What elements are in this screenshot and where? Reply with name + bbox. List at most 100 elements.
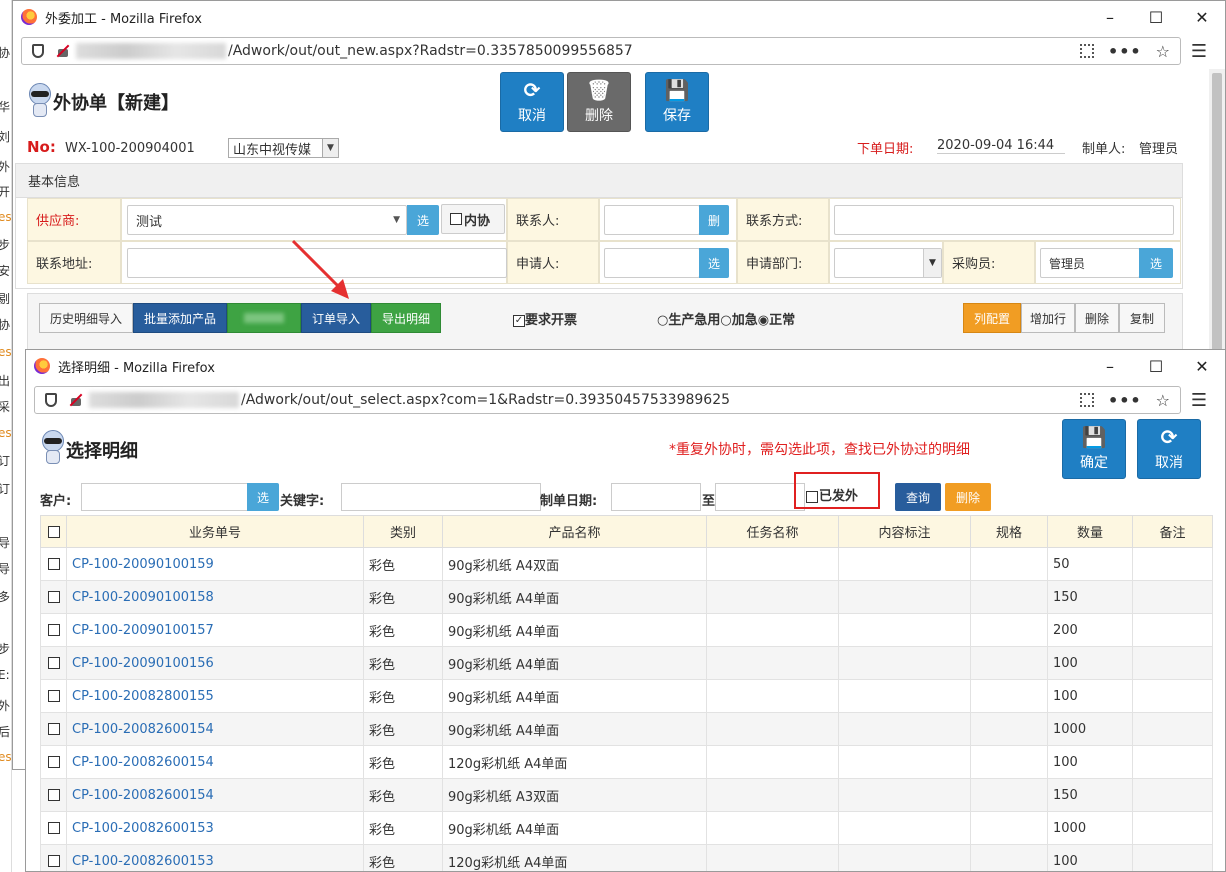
insecure-lock-icon[interactable] [56,44,70,58]
radio-normal[interactable]: 正常 [769,313,795,328]
keyword-input[interactable] [341,483,541,511]
row-checkbox[interactable] [40,778,67,812]
history-import-button[interactable]: 历史明细导入 [39,303,133,333]
table-row[interactable]: CP-100-20082600154 彩色 90g彩机纸 A3双面 150 [40,778,1213,812]
table-row[interactable]: CP-100-20082600154 彩色 90g彩机纸 A4单面 1000 [40,712,1213,746]
maximize-icon[interactable]: ☐ [1133,1,1179,33]
contact-method-input[interactable] [834,205,1174,235]
menu-icon[interactable]: ☰ [1181,390,1217,411]
order-no-link[interactable]: CP-100-20082600154 [66,745,364,779]
order-no-link[interactable]: CP-100-20090100158 [66,580,364,614]
main-url-text[interactable]: /Adwork/out/out_new.aspx?Radstr=0.335785… [228,43,633,59]
col-header[interactable]: 业务单号 [66,515,364,548]
row-checkbox[interactable] [40,646,67,680]
qr-code-icon[interactable] [1079,393,1094,407]
radio-urgent-prod[interactable]: 生产急用 [668,313,720,328]
search-button[interactable]: 查询 [895,483,941,511]
order-no-link[interactable]: CP-100-20082600153 [66,811,364,845]
contact-delete-button[interactable]: 删 [699,205,729,235]
supplier-select-button[interactable]: 选 [407,205,439,235]
contact-input[interactable] [604,205,700,235]
copy-row-button[interactable]: 复制 [1119,303,1165,333]
table-row[interactable]: CP-100-20082600153 彩色 90g彩机纸 A4单面 1000 [40,811,1213,845]
col-header[interactable]: 规格 [970,515,1048,548]
invoice-checkbox[interactable]: ✓ 要求开票 [513,309,577,328]
minimize-icon[interactable]: – [1087,1,1133,33]
applicant-select-button[interactable]: 选 [699,248,729,278]
row-checkbox[interactable] [40,844,67,871]
shield-icon[interactable] [45,393,57,407]
order-no-link[interactable]: CP-100-20082600154 [66,778,364,812]
row-checkbox[interactable] [40,613,67,647]
main-url-bar[interactable]: /Adwork/out/out_new.aspx?Radstr=0.335785… [21,37,1181,65]
popup-url-bar[interactable]: /Adwork/out/out_select.aspx?com=1&Radstr… [34,386,1181,414]
col-header[interactable]: 备注 [1132,515,1213,548]
col-header[interactable]: 内容标注 [838,515,971,548]
table-row[interactable]: CP-100-20082600154 彩色 120g彩机纸 A4单面 100 [40,745,1213,779]
row-checkbox[interactable] [40,712,67,746]
row-checkbox[interactable] [40,679,67,713]
company-select[interactable]: 山东中视传媒 ▼ [228,138,339,158]
popup-scrollbar[interactable] [1209,418,1225,871]
confirm-button[interactable]: 💾 确定 [1062,419,1126,479]
batch-add-button[interactable]: 批量添加产品 [133,303,227,333]
popup-cancel-button[interactable]: ⟳ 取消 [1137,419,1201,479]
col-header[interactable]: 任务名称 [706,515,839,548]
customer-select-button[interactable]: 选 [247,483,279,511]
main-scrollbar-thumb[interactable] [1212,73,1222,373]
col-header[interactable]: 数量 [1047,515,1133,548]
dept-select[interactable]: ▼ [834,248,942,278]
table-row[interactable]: CP-100-20082800155 彩色 90g彩机纸 A4单面 100 [40,679,1213,713]
save-button[interactable]: 💾 保存 [645,72,709,132]
order-import-button[interactable]: 订单导入 [301,303,371,333]
row-checkbox[interactable] [40,811,67,845]
select-all-checkbox[interactable] [40,515,67,548]
qr-code-icon[interactable] [1079,44,1094,58]
delete-row-button[interactable]: 删除 [1075,303,1119,333]
delete-button[interactable]: 🗑 删除 [567,72,631,132]
row-checkbox[interactable] [40,580,67,614]
maximize-icon[interactable]: ☐ [1133,350,1179,382]
order-no-link[interactable]: CP-100-20090100157 [66,613,364,647]
table-row[interactable]: CP-100-20090100159 彩色 90g彩机纸 A4双面 50 [40,547,1213,581]
order-no-link[interactable]: CP-100-20090100159 [66,547,364,581]
radio-urgent[interactable]: 加急 [732,313,758,328]
column-config-button[interactable]: 列配置 [963,303,1021,333]
table-row[interactable]: CP-100-20090100158 彩色 90g彩机纸 A4单面 150 [40,580,1213,614]
minimize-icon[interactable]: – [1087,350,1133,382]
close-icon[interactable]: ✕ [1179,350,1225,382]
col-header[interactable]: 类别 [363,515,443,548]
more-icon[interactable]: ••• [1108,391,1142,410]
row-checkbox[interactable] [40,547,67,581]
order-no-link[interactable]: CP-100-20082800155 [66,679,364,713]
date-to-input[interactable] [715,483,805,511]
order-no-link[interactable]: CP-100-20082600154 [66,712,364,746]
menu-icon[interactable]: ☰ [1181,41,1217,62]
row-checkbox[interactable] [40,745,67,779]
popup-delete-button[interactable]: 删除 [945,483,991,511]
priority-radio-group[interactable]: ○生产急用○加急◉正常 [657,309,795,328]
customer-input[interactable] [81,483,248,511]
export-detail-button[interactable]: 导出明细 [371,303,441,333]
table-row[interactable]: CP-100-20090100156 彩色 90g彩机纸 A4单面 100 [40,646,1213,680]
close-icon[interactable]: ✕ [1179,1,1225,33]
table-row[interactable]: CP-100-20082600153 彩色 120g彩机纸 A4单面 100 [40,844,1213,871]
add-row-button[interactable]: 增加行 [1021,303,1075,333]
buyer-input[interactable]: 管理员 [1040,248,1140,278]
order-no-link[interactable]: CP-100-20090100156 [66,646,364,680]
col-header[interactable]: 产品名称 [442,515,707,548]
bookmark-star-icon[interactable]: ☆ [1156,42,1170,61]
popup-url-text[interactable]: /Adwork/out/out_select.aspx?com=1&Radstr… [241,392,730,408]
applicant-input[interactable] [604,248,700,278]
bookmark-star-icon[interactable]: ☆ [1156,391,1170,410]
cancel-button[interactable]: ⟳ 取消 [500,72,564,132]
shield-icon[interactable] [32,44,44,58]
more-icon[interactable]: ••• [1108,42,1142,61]
table-row[interactable]: CP-100-20090100157 彩色 90g彩机纸 A4单面 200 [40,613,1213,647]
redacted-button[interactable] [227,303,301,333]
internal-checkbox[interactable]: 内协 [441,204,505,234]
supplier-select[interactable]: 测试 ▼ [127,205,407,235]
insecure-lock-icon[interactable] [69,393,83,407]
buyer-select-button[interactable]: 选 [1139,248,1173,278]
date-from-input[interactable] [611,483,701,511]
